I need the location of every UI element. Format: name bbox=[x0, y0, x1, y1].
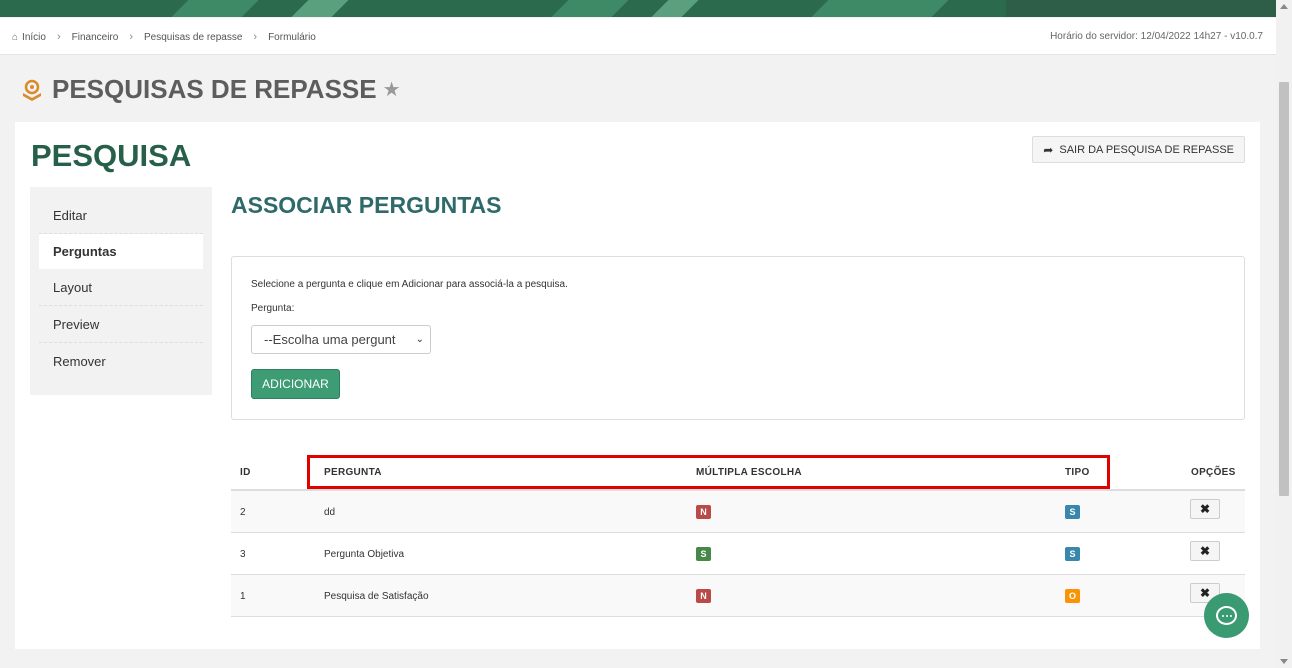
tipo-badge: S bbox=[1065, 547, 1080, 561]
remove-button[interactable]: ✖ bbox=[1190, 541, 1220, 561]
sidemenu-item-layout[interactable]: Layout bbox=[39, 269, 203, 306]
add-button[interactable]: ADICIONAR bbox=[251, 369, 340, 399]
scroll-down-icon[interactable] bbox=[1280, 659, 1288, 664]
chevron-right-icon: › bbox=[253, 31, 258, 43]
pergunta-label: Pergunta: bbox=[251, 303, 295, 314]
cell-pergunta: Pergunta Objetiva bbox=[324, 549, 405, 560]
topbar-stripe bbox=[551, 0, 629, 17]
exit-survey-label: SAIR DA PESQUISA DE REPASSE bbox=[1059, 143, 1234, 156]
sidemenu-item-remover[interactable]: Remover bbox=[39, 343, 203, 380]
server-time: Horário do servidor: 12/04/2022 14h27 - … bbox=[1050, 31, 1263, 42]
remove-icon: ✖ bbox=[1199, 586, 1211, 600]
breadcrumb-item-pesquisas[interactable]: Pesquisas de repasse bbox=[144, 32, 242, 43]
topbar-stripe bbox=[291, 0, 349, 17]
scrollbar-thumb[interactable] bbox=[1279, 82, 1289, 496]
cell-id: 3 bbox=[240, 549, 246, 560]
sidemenu-item-preview[interactable]: Preview bbox=[39, 306, 203, 343]
chevron-right-icon: › bbox=[129, 31, 133, 43]
breadcrumb-item-inicio[interactable]: Início bbox=[22, 32, 46, 43]
pergunta-select[interactable]: --Escolha uma pergunt ⌄ bbox=[251, 325, 431, 354]
cell-pergunta: Pesquisa de Satisfação bbox=[324, 591, 429, 602]
table-row: 1 Pesquisa de Satisfação N O ✖ bbox=[231, 575, 1245, 617]
sidemenu-item-editar[interactable]: Editar bbox=[39, 197, 203, 234]
multipla-badge: N bbox=[696, 589, 711, 603]
topbar-end bbox=[1006, 0, 1276, 17]
cell-id: 2 bbox=[240, 507, 246, 518]
main-card: PESQUISA ➦ SAIR DA PESQUISA DE REPASSE E… bbox=[15, 122, 1260, 649]
top-bar bbox=[0, 0, 1276, 17]
share-icon: ➦ bbox=[1043, 142, 1054, 157]
header-opcoes: OPÇÕES bbox=[1191, 467, 1236, 478]
chevron-right-icon: › bbox=[56, 31, 61, 43]
remove-button[interactable]: ✖ bbox=[1190, 499, 1220, 519]
highlight-box bbox=[307, 455, 1110, 489]
topbar-stripe bbox=[811, 0, 949, 17]
scrollbar[interactable] bbox=[1276, 0, 1292, 668]
exit-survey-button[interactable]: ➦ SAIR DA PESQUISA DE REPASSE bbox=[1032, 136, 1245, 163]
page-header: PESQUISAS DE REPASSE ★ bbox=[20, 74, 401, 105]
help-text: Selecione a pergunta e clique em Adicion… bbox=[251, 279, 568, 290]
section-title: ASSOCIAR PERGUNTAS bbox=[231, 192, 502, 218]
sidemenu-item-perguntas[interactable]: Perguntas bbox=[39, 234, 203, 269]
breadcrumb-bar: ⌂ Início › Financeiro › Pesquisas de rep… bbox=[0, 18, 1276, 55]
pergunta-select-value: --Escolha uma pergunt bbox=[264, 332, 396, 347]
cell-id: 1 bbox=[240, 591, 246, 602]
topbar-stripe bbox=[171, 0, 259, 17]
table-row: 3 Pergunta Objetiva S S ✖ bbox=[231, 533, 1245, 575]
remove-icon: ✖ bbox=[1199, 502, 1211, 516]
header-id: ID bbox=[240, 467, 251, 478]
chat-icon bbox=[1216, 606, 1237, 625]
breadcrumb-item-financeiro[interactable]: Financeiro bbox=[72, 32, 119, 43]
associate-form: Selecione a pergunta e clique em Adicion… bbox=[231, 256, 1245, 420]
breadcrumb-item-formulario: Formulário bbox=[268, 31, 316, 43]
tipo-badge: O bbox=[1065, 589, 1080, 603]
breadcrumb: ⌂ Início › Financeiro › Pesquisas de rep… bbox=[12, 31, 316, 43]
remove-icon: ✖ bbox=[1199, 544, 1211, 558]
home-icon[interactable]: ⌂ bbox=[12, 32, 18, 43]
page-title: PESQUISAS DE REPASSE bbox=[52, 74, 377, 104]
topbar-stripe bbox=[651, 0, 699, 17]
card-title: PESQUISA bbox=[31, 138, 192, 173]
star-icon[interactable]: ★ bbox=[383, 77, 401, 102]
tipo-badge: S bbox=[1065, 505, 1080, 519]
multipla-badge: N bbox=[696, 505, 711, 519]
repasse-logo-icon bbox=[20, 78, 44, 102]
table-row: 2 dd N S ✖ bbox=[231, 491, 1245, 533]
cell-pergunta: dd bbox=[324, 507, 336, 518]
multipla-badge: S bbox=[696, 547, 711, 561]
chevron-down-icon: ⌄ bbox=[415, 334, 424, 345]
scroll-up-icon[interactable] bbox=[1280, 4, 1288, 9]
side-menu: Editar Perguntas Layout Preview Remover bbox=[30, 187, 212, 395]
chat-button[interactable] bbox=[1204, 593, 1249, 638]
